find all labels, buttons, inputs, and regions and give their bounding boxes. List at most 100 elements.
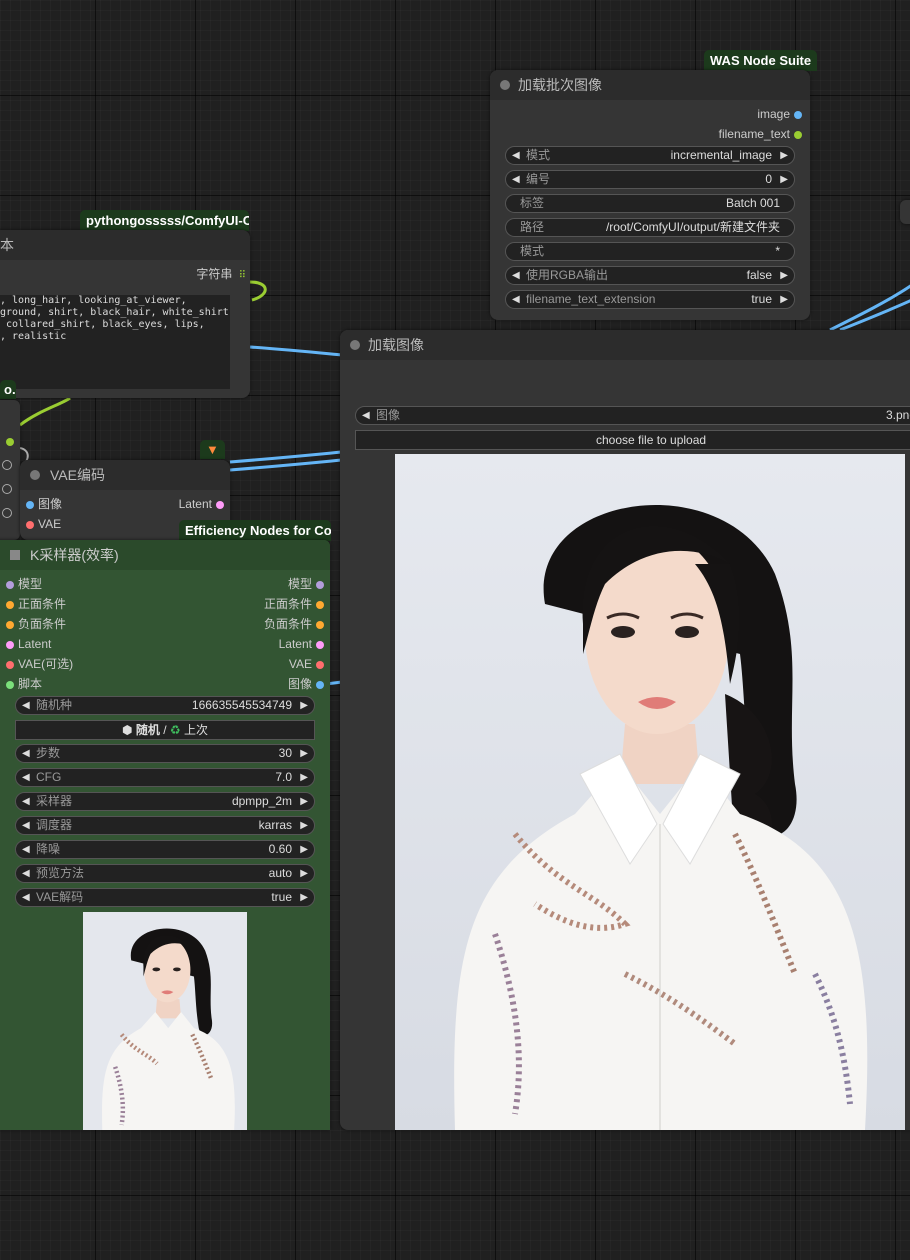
output-vae[interactable]: VAE	[289, 656, 328, 672]
widget-index[interactable]: ◀ 编号 0 ▶	[505, 170, 795, 189]
input-ring[interactable]	[2, 508, 12, 518]
arrow-right-icon[interactable]: ▶	[300, 793, 308, 810]
node-title[interactable]: VAE编码	[20, 460, 230, 490]
input-ring[interactable]	[2, 460, 12, 470]
output-positive[interactable]: 正面条件	[264, 596, 328, 612]
preview-image	[83, 912, 247, 1130]
arrow-left-icon[interactable]: ◀	[22, 817, 30, 834]
wire-string-2	[19, 396, 71, 427]
arrow-left-icon[interactable]: ◀	[362, 407, 370, 424]
grid-icon: ⠿	[238, 270, 246, 281]
output-latent[interactable]: Latent	[179, 496, 228, 512]
widget-mode[interactable]: ◀ 模式 incremental_image ▶	[505, 146, 795, 165]
input-vae[interactable]: VAE	[22, 516, 61, 532]
input-label: 脚本	[18, 677, 43, 691]
arrow-right-icon[interactable]: ▶	[300, 769, 308, 786]
widget-value: 166635545534749	[191, 698, 292, 712]
input-model[interactable]: 模型	[2, 576, 42, 592]
input-negative[interactable]: 负面条件	[2, 616, 66, 632]
widget-denoise[interactable]: ◀ 降噪 0.60 ▶	[15, 840, 315, 859]
widget-steps[interactable]: ◀ 步数 30 ▶	[15, 744, 315, 763]
output-label: Latent	[178, 497, 212, 511]
arrow-left-icon[interactable]: ◀	[512, 267, 520, 284]
text-area[interactable]: , long_hair, looking_at_viewer, ground, …	[0, 295, 230, 389]
seed-control-button[interactable]: ⬢ 随机 / ♻ 上次	[15, 720, 315, 740]
widget-label: 降噪	[36, 842, 61, 856]
output-latent[interactable]: Latent	[279, 636, 328, 652]
partial-node-left	[0, 400, 20, 540]
arrow-right-icon[interactable]: ▶	[300, 889, 308, 906]
input-label: Latent	[18, 637, 52, 651]
input-vae[interactable]: VAE(可选)	[2, 656, 73, 672]
output-dot[interactable]	[6, 438, 14, 446]
arrow-left-icon[interactable]: ◀	[22, 745, 30, 762]
arrow-left-icon[interactable]: ◀	[512, 291, 520, 308]
arrow-right-icon[interactable]: ▶	[300, 841, 308, 858]
node-title[interactable]: 加载图像	[340, 330, 910, 360]
widget-scheduler[interactable]: ◀ 调度器 karras ▶	[15, 816, 315, 835]
arrow-left-icon[interactable]: ◀	[22, 841, 30, 858]
widget-sampler[interactable]: ◀ 采样器 dpmpp_2m ▶	[15, 792, 315, 811]
node-title[interactable]: 加载批次图像	[490, 70, 810, 100]
arrow-left-icon[interactable]: ◀	[22, 865, 30, 882]
collapse-dot-icon[interactable]	[30, 470, 40, 480]
collapse-dot-icon[interactable]	[350, 340, 360, 350]
arrow-right-icon[interactable]: ▶	[780, 291, 788, 308]
arrow-left-icon[interactable]: ◀	[22, 889, 30, 906]
arrow-left-icon[interactable]: ◀	[22, 793, 30, 810]
arrow-right-icon[interactable]: ▶	[300, 865, 308, 882]
arrow-right-icon[interactable]: ▶	[300, 697, 308, 714]
node-title-text: K采样器(效率)	[30, 547, 119, 563]
widget-rgba[interactable]: ◀ 使用RGBA输出 false ▶	[505, 266, 795, 285]
arrow-left-icon[interactable]: ◀	[512, 171, 520, 188]
arrow-right-icon[interactable]: ▶	[300, 817, 308, 834]
collapse-square-icon[interactable]	[10, 550, 20, 560]
input-script[interactable]: 脚本	[2, 676, 42, 692]
input-positive[interactable]: 正面条件	[2, 596, 66, 612]
widget-image-select[interactable]: ◀ 图像 3.png	[355, 406, 910, 425]
output-image[interactable]: image	[757, 106, 806, 122]
arrow-left-icon[interactable]: ◀	[512, 147, 520, 164]
node-title[interactable]: K采样器(效率)	[0, 540, 330, 570]
arrow-right-icon[interactable]: ▶	[780, 267, 788, 284]
input-latent[interactable]: Latent	[2, 636, 51, 652]
widget-label: 标签	[520, 196, 545, 210]
output-image[interactable]: 图像	[288, 676, 328, 692]
input-dot-icon	[6, 600, 14, 609]
widget-label-field[interactable]: 标签 Batch 001	[505, 194, 795, 213]
output-filename-text[interactable]: filename_text	[719, 126, 806, 142]
load-image-node[interactable]: 加载图像 ◀ 图像 3.png choose file to upload	[340, 330, 910, 1130]
widget-pattern[interactable]: 模式 *	[505, 242, 795, 261]
widget-vae-decode[interactable]: ◀ VAE解码 true ▶	[15, 888, 315, 907]
input-image[interactable]: 图像	[22, 496, 62, 512]
arrow-left-icon[interactable]: ◀	[22, 769, 30, 786]
upload-button[interactable]: choose file to upload	[355, 430, 910, 450]
widget-seed[interactable]: ◀ 随机种 166635545534749 ▶	[15, 696, 315, 715]
widget-value: true	[271, 890, 292, 904]
widget-preview-method[interactable]: ◀ 预览方法 auto ▶	[15, 864, 315, 883]
collapse-dot-icon[interactable]	[500, 80, 510, 90]
output-dot-icon	[794, 110, 802, 119]
arrow-right-icon[interactable]: ▶	[780, 147, 788, 164]
widget-label: VAE解码	[36, 890, 84, 904]
widget-label: 步数	[36, 746, 61, 760]
output-string[interactable]: 字符串 ⠿	[196, 266, 246, 282]
widget-value: *	[775, 244, 780, 258]
widget-cfg[interactable]: ◀ CFG 7.0 ▶	[15, 768, 315, 787]
arrow-right-icon[interactable]: ▶	[780, 171, 788, 188]
output-dot-icon	[794, 130, 802, 139]
output-dot-icon	[316, 600, 324, 609]
output-dot-icon	[316, 660, 324, 669]
ksampler-efficient-node[interactable]: K采样器(效率) 模型 模型 正面条件 正面条件 负面条件 负面条件 Laten…	[0, 540, 330, 1130]
output-negative[interactable]: 负面条件	[264, 616, 328, 632]
widget-filename-ext[interactable]: ◀ filename_text_extension true ▶	[505, 290, 795, 309]
node-title[interactable]: 本	[0, 230, 250, 260]
widget-label: 调度器	[36, 818, 73, 832]
output-model[interactable]: 模型	[288, 576, 328, 592]
input-ring[interactable]	[2, 484, 12, 494]
widget-path[interactable]: 路径 /root/ComfyUI/output/新建文件夹	[505, 218, 795, 237]
arrow-left-icon[interactable]: ◀	[22, 697, 30, 714]
load-image-batch-node[interactable]: 加载批次图像 image filename_text ◀ 模式 incremen…	[490, 70, 810, 320]
text-node[interactable]: 本 字符串 ⠿ , long_hair, looking_at_viewer, …	[0, 230, 250, 398]
arrow-right-icon[interactable]: ▶	[300, 745, 308, 762]
